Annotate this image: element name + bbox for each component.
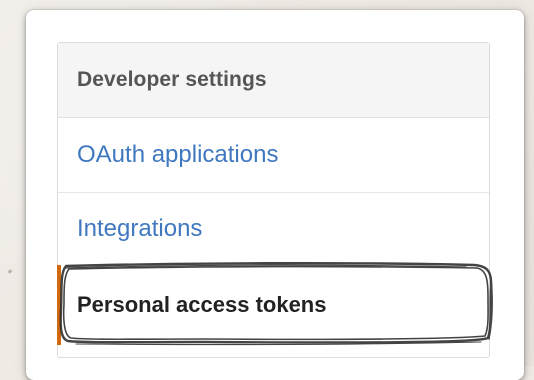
menu-item-oauth-applications[interactable]: OAuth applications <box>58 118 489 193</box>
menu-item-integrations[interactable]: Integrations <box>58 193 489 265</box>
menu-item-label: Personal access tokens <box>77 292 327 317</box>
developer-settings-menu: Developer settings OAuth applications In… <box>57 42 490 358</box>
menu-heading: Developer settings <box>58 43 489 118</box>
menu-item-personal-access-tokens[interactable]: Personal access tokens <box>57 265 489 345</box>
active-indicator <box>57 265 61 345</box>
